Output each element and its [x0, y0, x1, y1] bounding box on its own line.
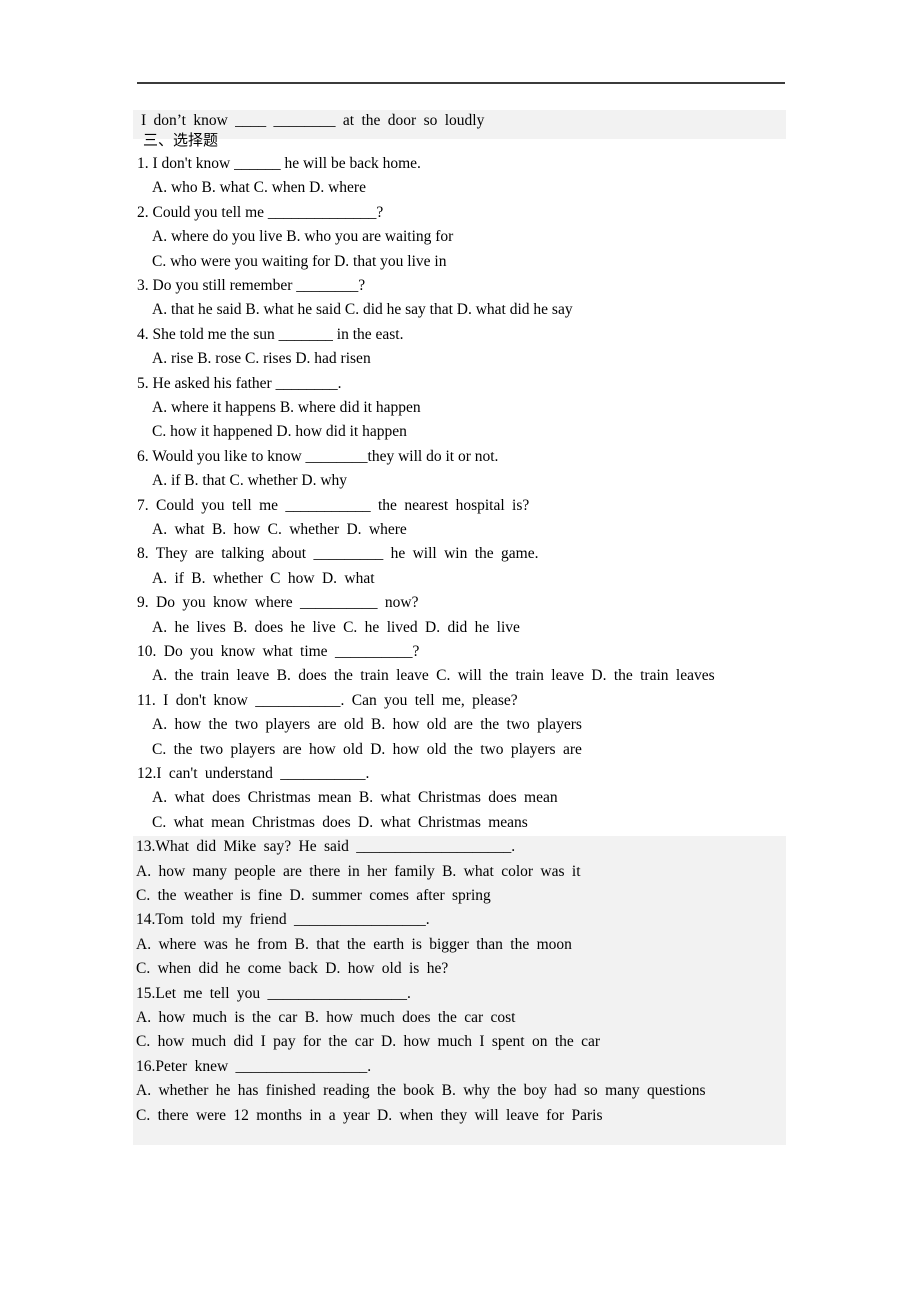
question-options: A. how the two players are old B. how ol… [152, 716, 582, 734]
question-stem: 10. Do you know what time __________? [137, 643, 420, 660]
question-options: A. if B. that C. whether D. why [152, 472, 348, 490]
question-stem: 12.I can't understand ___________. [137, 765, 370, 782]
question-stem: 9. Do you know where __________ now? [137, 594, 419, 612]
question-options: C. the two players are how old D. how ol… [152, 740, 582, 758]
question-options: A. the train leave B. does the train lea… [152, 667, 715, 685]
question-options: A. he lives B. does he live C. he lived … [152, 618, 520, 636]
question-options: C. when did he come back D. how old is h… [136, 960, 449, 978]
shaded-prompt-line: I don’t know ____ ________ at the door s… [141, 112, 485, 129]
question-options: C. what mean Christmas does D. what Chri… [152, 813, 528, 831]
question-options: A. how many people are there in her fami… [136, 862, 581, 880]
question-options: A. that he said B. what he said C. did h… [152, 301, 573, 319]
question-options: A. how much is the car B. how much does … [136, 1009, 516, 1026]
question-stem: 14.Tom told my friend _________________. [136, 911, 430, 929]
question-options: A. whether he has finished reading the b… [136, 1082, 706, 1100]
question-options: A. where do you live B. who you are wait… [152, 228, 454, 246]
question-stem: 13.What did Mike say? He said __________… [136, 838, 516, 856]
question-options: C. there were 12 months in a year D. whe… [136, 1106, 603, 1124]
question-stem: 2. Could you tell me ______________? [137, 203, 384, 221]
question-options: A. where it happens B. where did it happ… [152, 399, 421, 416]
question-options: C. the weather is fine D. summer comes a… [136, 887, 491, 904]
question-stem: 4. She told me the sun _______ in the ea… [137, 325, 404, 343]
question-stem: 6. Would you like to know ________they w… [137, 447, 499, 465]
question-options: A. what B. how C. whether D. where [152, 521, 407, 538]
question-options: A. what does Christmas mean B. what Chri… [152, 789, 558, 807]
section-heading: 三、选择题 [143, 131, 219, 149]
question-stem: 1. I don't know ______ he will be back h… [137, 155, 421, 172]
question-options: A. where was he from B. that the earth i… [136, 935, 572, 953]
question-options: C. how it happened D. how did it happen [152, 423, 407, 441]
question-options: C. how much did I pay for the car D. how… [136, 1033, 601, 1051]
question-stem: 16.Peter knew _________________. [136, 1057, 372, 1075]
question-stem: 11. I don't know ___________. Can you te… [137, 691, 518, 709]
question-options: A. rise B. rose C. rises D. had risen [152, 350, 371, 368]
question-stem: 8. They are talking about _________ he w… [137, 545, 539, 563]
question-stem: 15.Let me tell you __________________. [136, 984, 411, 1002]
question-options: A. if B. whether C how D. what [152, 569, 375, 587]
question-options: A. who B. what C. when D. where [152, 179, 366, 197]
question-stem: 3. Do you still remember ________? [137, 277, 366, 294]
header-divider-rule [137, 82, 785, 84]
question-stem: 7. Could you tell me ___________ the nea… [137, 496, 530, 514]
worksheet-page: I don’t know ____ ________ at the door s… [0, 0, 920, 1302]
question-options: C. who were you waiting for D. that you … [152, 252, 447, 270]
question-stem: 5. He asked his father ________. [137, 374, 342, 392]
